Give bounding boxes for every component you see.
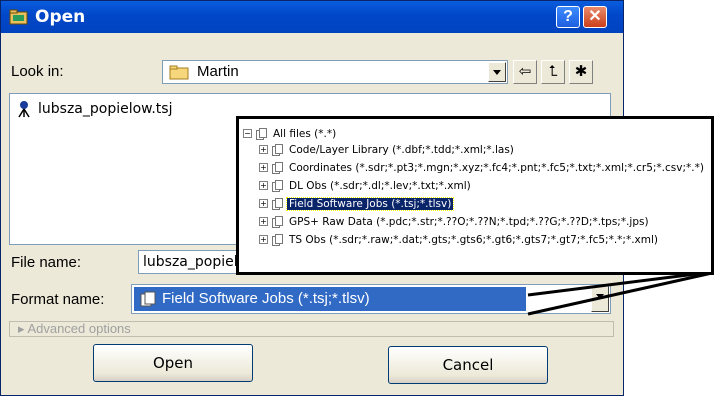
advanced-options-label: Advanced options	[27, 321, 131, 336]
format-name-arrow[interactable]	[591, 286, 609, 312]
file-name-text: lubsza_popielow.tsj	[38, 101, 173, 117]
tree-item[interactable]: + Coordinates (*.sdr;*.pt3;*.mgn;*.xyz;*…	[259, 159, 706, 176]
format-selected-highlight: Field Software Jobs (*.tsj;*.tlsv)	[134, 287, 526, 311]
expand-icon[interactable]: +	[259, 145, 268, 154]
format-name-value: Field Software Jobs (*.tsj;*.tlsv)	[162, 290, 370, 307]
tree-item[interactable]: + TS Obs (*.sdr;*.raw;*.dat;*.gts;*.gts6…	[259, 231, 660, 248]
tree-item[interactable]: + Code/Layer Library (*.dbf;*.tdd;*.xml;…	[259, 141, 516, 158]
tree-item-selected[interactable]: + Field Software Jobs (*.tsj;*.tlsv)	[259, 195, 455, 212]
tree-label: Coordinates (*.sdr;*.pt3;*.mgn;*.xyz;*.f…	[289, 161, 704, 174]
back-button[interactable]: ⇦	[513, 60, 537, 84]
expand-icon[interactable]: +	[259, 199, 268, 208]
window-title: Open	[35, 7, 86, 27]
collapse-icon[interactable]: −	[243, 129, 252, 138]
tree-label: DL Obs (*.sdr;*.dl;*.lev;*.txt;*.xml)	[289, 179, 471, 192]
file-name-label: File name:	[11, 254, 82, 271]
file-type-icon	[272, 233, 283, 246]
tree-item[interactable]: + DL Obs (*.sdr;*.dl;*.lev;*.txt;*.xml)	[259, 177, 473, 194]
tree-label: GPS+ Raw Data (*.pdc;*.str;*.??O;*.??N;*…	[289, 215, 649, 228]
tree-label: Field Software Jobs (*.tsj;*.tlsv)	[285, 196, 455, 211]
title-bar[interactable]: Open ? ✕	[1, 1, 623, 33]
expand-icon[interactable]: +	[259, 163, 268, 172]
look-in-label: Look in:	[11, 63, 64, 80]
tree-label: All files (*.*)	[273, 127, 337, 140]
file-type-icon	[272, 215, 283, 228]
up-folder-icon: ⮤	[548, 63, 558, 80]
new-folder-icon: ✱	[574, 63, 588, 80]
look-in-arrow[interactable]	[488, 62, 506, 82]
tree-item[interactable]: + GPS+ Raw Data (*.pdc;*.str;*.??O;*.??N…	[259, 213, 651, 230]
format-list-popup[interactable]: − All files (*.*) + Code/Layer Library (…	[236, 116, 714, 275]
expand-arrow-icon: ▸	[18, 321, 25, 336]
file-type-icon	[256, 127, 267, 140]
back-icon: ⇦	[518, 63, 532, 80]
cancel-button[interactable]: Cancel	[388, 346, 548, 384]
look-in-dropdown[interactable]: Martin	[162, 60, 508, 84]
new-folder-button[interactable]: ✱	[569, 60, 593, 84]
help-button[interactable]: ?	[556, 6, 580, 28]
file-type-icon	[272, 161, 283, 174]
open-button[interactable]: Open	[93, 344, 253, 382]
list-item[interactable]: lubsza_popielow.tsj	[16, 100, 172, 118]
expand-icon[interactable]: +	[259, 217, 268, 226]
tree-label: TS Obs (*.sdr;*.raw;*.dat;*.gts;*.gts6;*…	[289, 233, 658, 246]
expand-icon[interactable]: +	[259, 235, 268, 244]
file-type-icon	[272, 143, 283, 156]
look-in-value: Martin	[197, 63, 239, 80]
tree-label: Code/Layer Library (*.dbf;*.tdd;*.xml;*.…	[289, 143, 514, 156]
up-folder-button[interactable]: ⮤	[541, 60, 565, 84]
folder-icon	[169, 65, 189, 80]
expand-icon[interactable]: +	[259, 181, 268, 190]
advanced-options-toggle[interactable]: ▸ Advanced options	[9, 321, 614, 337]
file-type-icon	[140, 291, 156, 307]
format-name-label: Format name:	[11, 291, 105, 308]
file-type-icon	[272, 179, 283, 192]
close-button[interactable]: ✕	[583, 6, 607, 28]
file-type-icon	[272, 197, 283, 210]
survey-job-icon	[18, 101, 30, 118]
open-folder-icon	[9, 9, 28, 25]
tree-root[interactable]: − All files (*.*)	[243, 125, 338, 142]
format-name-dropdown[interactable]: Field Software Jobs (*.tsj;*.tlsv)	[131, 284, 611, 314]
